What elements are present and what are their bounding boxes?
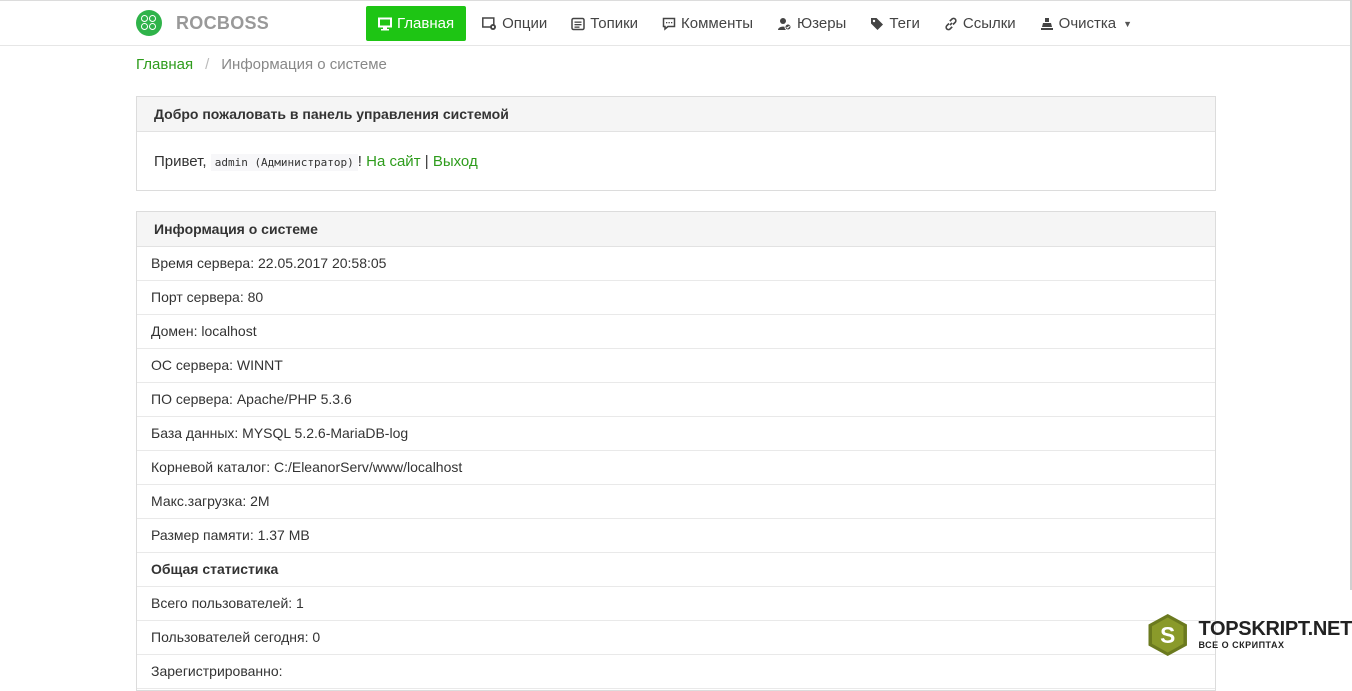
welcome-body: Привет, admin (Администратор)! На сайт |… (137, 132, 1215, 171)
nav-label: Теги (889, 15, 920, 32)
system-info-title: Информация о системе (137, 212, 1215, 247)
list-icon (571, 17, 585, 30)
nav-item-tags[interactable]: Теги (862, 6, 928, 41)
info-row: Зарегистрированно: (137, 655, 1215, 689)
greeting-exclaim: ! (357, 153, 362, 170)
monitor-icon (378, 17, 392, 30)
section-heading: Общая статистика (137, 553, 1215, 587)
watermark-logo-icon: S (1148, 614, 1187, 656)
nav-item-home[interactable]: Главная (366, 6, 467, 41)
brand[interactable]: ROCBOSS (136, 10, 269, 36)
nav-item-links[interactable]: Ссылки (936, 6, 1024, 41)
info-row: ОС сервера: WINNT (137, 349, 1215, 383)
system-info-list: Время сервера: 22.05.2017 20:58:05 Порт с… (137, 247, 1215, 689)
info-row: База данных: MYSQL 5.2.6-MariaDB-log (137, 417, 1215, 451)
info-row: Всего пользователей: 1 (137, 587, 1215, 621)
info-row: Макс.загрузка: 2M (137, 485, 1215, 519)
nav-label: Главная (397, 15, 455, 32)
watermark-subtitle: ВСЕ О СКРИПТАХ (1198, 640, 1285, 650)
nav-item-comments[interactable]: Комменты (654, 6, 761, 41)
site-link[interactable]: На сайт (366, 153, 420, 170)
user-check-icon (778, 17, 792, 30)
username-badge: admin (Администратор) (210, 154, 358, 171)
logo-icon (136, 10, 162, 36)
nav-item-cleanup[interactable]: Очистка ▼ (1032, 6, 1140, 41)
watermark: S TOPSKRIPT.NET ВСЕ О СКРИПТАХ (1145, 605, 1352, 665)
nav-item-topics[interactable]: Топики (563, 6, 646, 41)
greeting-text: Привет, (154, 153, 207, 170)
top-navbar: ROCBOSS Главная Опции Топики Комменты Юз… (0, 0, 1352, 46)
nav-label: Опции (502, 15, 548, 32)
breadcrumb-current: Информация о системе (221, 56, 387, 73)
brand-name: ROCBOSS (176, 12, 270, 33)
logout-link[interactable]: Выход (433, 153, 478, 170)
breadcrumb-separator: / (205, 56, 210, 73)
eraser-icon (1040, 17, 1053, 30)
watermark-title: TOPSKRIPT.NET (1198, 618, 1352, 640)
system-info-panel: Информация о системе Время сервера: 22.0… (136, 211, 1216, 691)
info-row: Домен: localhost (137, 315, 1215, 349)
nav-label: Очистка (1058, 15, 1117, 32)
main-nav: Главная Опции Топики Комменты Юзеры Теги… (366, 6, 1148, 41)
settings-icon (482, 16, 497, 30)
nav-label: Топики (590, 15, 639, 32)
nav-item-options[interactable]: Опции (474, 6, 555, 41)
welcome-panel-title: Добро пожаловать в панель управления сис… (137, 97, 1215, 132)
breadcrumb: Главная / Информация о системе (136, 56, 387, 73)
link-icon (945, 17, 957, 30)
chevron-down-icon: ▼ (1123, 18, 1133, 29)
svg-text:S: S (1160, 622, 1175, 648)
info-row: Корневой каталог: C:/EleanorServ/www/loc… (137, 451, 1215, 485)
welcome-panel: Добро пожаловать в панель управления сис… (136, 96, 1216, 191)
nav-label: Юзеры (797, 15, 847, 32)
nav-label: Комменты (681, 15, 753, 32)
breadcrumb-home-link[interactable]: Главная (136, 56, 193, 73)
info-row: Порт сервера: 80 (137, 281, 1215, 315)
nav-item-users[interactable]: Юзеры (769, 6, 854, 41)
comment-icon (662, 17, 676, 31)
link-divider: | (424, 153, 429, 170)
nav-label: Ссылки (962, 15, 1016, 32)
tag-icon (871, 17, 884, 30)
info-row: Время сервера: 22.05.2017 20:58:05 (137, 247, 1215, 281)
info-row: Размер памяти: 1.37 MB (137, 519, 1215, 553)
info-row: ПО сервера: Apache/PHP 5.3.6 (137, 383, 1215, 417)
info-row: Пользователей сегодня: 0 (137, 621, 1215, 655)
